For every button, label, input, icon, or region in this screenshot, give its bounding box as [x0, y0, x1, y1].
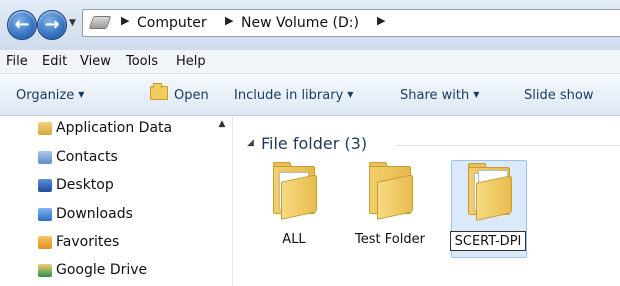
chevron-down-icon: ▼	[473, 90, 480, 99]
group-divider	[395, 145, 620, 146]
forward-button[interactable]: →	[37, 10, 67, 40]
breadcrumb-separator-icon[interactable]: ▶	[121, 14, 129, 27]
nav-item-label: Favorites	[56, 234, 120, 250]
folder-label: ALL	[282, 232, 306, 247]
computer-drive-icon	[88, 16, 112, 29]
chevron-down-icon: ▼	[347, 90, 354, 99]
nav-item-google-drive[interactable]: Google Drive	[38, 262, 148, 278]
menu-file[interactable]: File	[6, 54, 28, 69]
breadcrumb-separator-icon[interactable]: ▶	[377, 14, 385, 27]
folder-icon	[273, 162, 317, 220]
menu-edit[interactable]: Edit	[42, 54, 67, 69]
menu-help[interactable]: Help	[176, 54, 206, 69]
breadcrumb-computer[interactable]: Computer	[137, 15, 207, 31]
share-with-button[interactable]: Share with ▼	[400, 88, 479, 103]
nav-item-label: Google Drive	[56, 262, 148, 278]
rename-input[interactable]: SCERT-DPI	[450, 231, 526, 251]
nav-item-label: Desktop	[56, 177, 114, 193]
address-bar: ← → ▼ ▶ Computer ▶ New Volume (D:) ▶	[0, 0, 620, 50]
folder-item-scert-dpi[interactable]: SCERT-DPI	[450, 160, 527, 258]
breadcrumb-separator-icon[interactable]: ▶	[225, 14, 233, 27]
include-in-library-button[interactable]: Include in library ▼	[234, 88, 353, 103]
chevron-down-icon: ▼	[78, 90, 85, 99]
back-button[interactable]: ←	[7, 10, 37, 40]
group-header[interactable]: ◢ File folder (3)	[247, 134, 620, 154]
downloads-icon	[38, 208, 52, 221]
nav-item-downloads[interactable]: Downloads	[38, 206, 133, 222]
folder-item-test-folder[interactable]: Test Folder	[353, 160, 427, 256]
explorer-window: ← → ▼ ▶ Computer ▶ New Volume (D:) ▶ Fil…	[0, 0, 620, 286]
folder-item-all[interactable]: ALL	[257, 160, 331, 256]
menu-view[interactable]: View	[80, 54, 111, 69]
content-pane[interactable]: ◢ File folder (3) ALL Test Folder SCERT-…	[233, 116, 620, 286]
nav-item-label: Downloads	[56, 206, 133, 222]
share-with-label: Share with	[400, 88, 470, 103]
contacts-icon	[38, 151, 52, 164]
nav-item-favorites[interactable]: Favorites	[38, 234, 120, 250]
menu-bar: File Edit View Tools Help	[0, 50, 620, 74]
desktop-icon	[38, 179, 52, 192]
folder-icon	[468, 163, 512, 221]
nav-item-label: Application Data	[56, 120, 173, 136]
group-title: File folder (3)	[261, 134, 368, 153]
google-drive-icon	[38, 264, 52, 277]
open-folder-icon	[150, 83, 168, 100]
collapse-arrow-icon[interactable]: ◢	[247, 138, 254, 148]
folder-label: Test Folder	[355, 232, 425, 247]
breadcrumb-new-volume[interactable]: New Volume (D:)	[241, 15, 359, 31]
favorites-icon	[38, 236, 52, 249]
nav-item-contacts[interactable]: Contacts	[38, 149, 118, 165]
folder-icon	[369, 162, 413, 220]
folder-icon	[38, 122, 52, 135]
scroll-up-icon[interactable]: ▲	[216, 118, 228, 130]
organize-button[interactable]: Organize ▼	[16, 88, 84, 103]
include-in-library-label: Include in library	[234, 88, 344, 103]
organize-label: Organize	[16, 88, 75, 103]
breadcrumb[interactable]: ▶ Computer ▶ New Volume (D:) ▶	[82, 9, 620, 37]
nav-item-label: Contacts	[56, 149, 118, 165]
nav-item-desktop[interactable]: Desktop	[38, 177, 114, 193]
recent-pages-dropdown[interactable]: ▼	[69, 18, 76, 28]
open-button[interactable]: Open	[174, 88, 209, 103]
menu-tools[interactable]: Tools	[126, 54, 158, 69]
command-bar: Organize ▼ Open Include in library ▼ Share…	[0, 74, 620, 116]
navigation-pane[interactable]: ▲ Application Data Contacts Desktop Down…	[0, 116, 233, 286]
slide-show-button[interactable]: Slide show	[524, 88, 593, 103]
nav-item-application-data[interactable]: Application Data	[38, 120, 173, 136]
